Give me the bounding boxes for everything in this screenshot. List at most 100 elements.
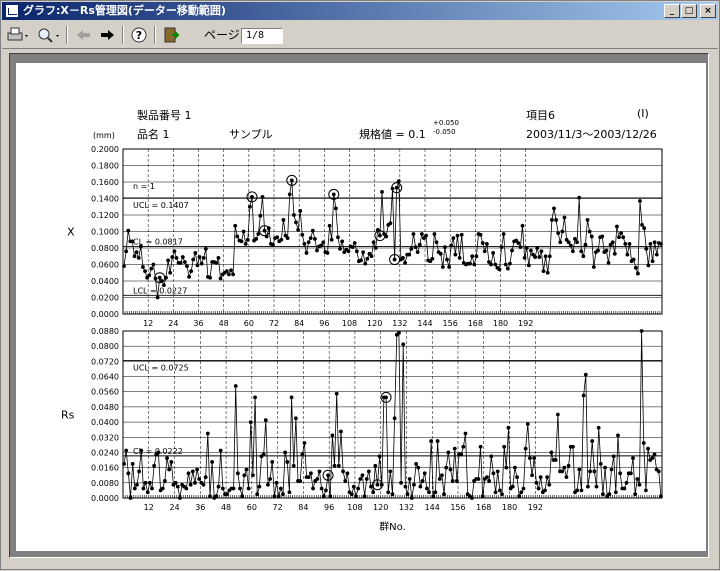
rs-data-point	[150, 486, 154, 491]
x-data-point	[585, 218, 590, 222]
x-data-point	[327, 223, 332, 228]
x-data-point	[310, 228, 315, 233]
x-data-point	[581, 254, 586, 259]
rs-data-point	[188, 482, 193, 487]
rs-data-point	[480, 494, 485, 499]
x-data-point	[132, 254, 137, 259]
x-data-point	[199, 261, 204, 266]
x-y-tick-label: 0.1800	[91, 162, 119, 171]
rs-x-tick-label: 12	[144, 503, 154, 512]
x-data-point	[243, 241, 248, 246]
rs-y-tick-label: 0.0640	[91, 373, 119, 382]
rs-data-point	[603, 465, 607, 470]
x-data-point	[520, 223, 525, 228]
x-data-point	[419, 232, 424, 236]
rs-data-point	[525, 422, 530, 426]
rs-data-point	[639, 329, 644, 333]
rs-y-tick-label: 0.0080	[91, 479, 119, 488]
x-x-tick-label: 132	[392, 319, 407, 328]
x-data-point	[566, 240, 571, 245]
x-data-point	[434, 240, 439, 245]
rs-data-point	[510, 484, 515, 489]
rs-data-point	[609, 467, 614, 472]
rs-data-point	[523, 446, 528, 451]
rs-data-point	[272, 494, 277, 499]
x-data-point	[621, 235, 626, 240]
rs-data-point	[214, 494, 219, 499]
x-data-point	[552, 206, 556, 211]
rs-data-point	[489, 454, 494, 459]
x-n-label: n = 1	[133, 182, 155, 191]
x-x-tick-label: 36	[193, 319, 203, 328]
rs-data-point	[377, 454, 382, 459]
rs-x-tick-label: 156	[450, 503, 465, 512]
rs-data-point	[162, 479, 167, 483]
rs-data-point	[311, 486, 315, 491]
rs-data-point	[143, 480, 148, 485]
x-data-point	[254, 237, 259, 241]
rs-data-point	[201, 482, 206, 487]
rs-data-point	[478, 444, 483, 449]
rs-x-tick-label: 108	[347, 503, 362, 512]
x-data-point	[533, 255, 538, 259]
rs-data-point	[635, 477, 640, 481]
x-data-point	[505, 266, 510, 271]
rs-data-point	[388, 469, 393, 474]
rs-data-point	[351, 484, 356, 489]
x-data-point	[560, 229, 565, 234]
x-data-point	[325, 251, 330, 255]
rs-series-line	[123, 330, 662, 499]
x-data-point	[587, 229, 592, 234]
x-data-point	[573, 237, 577, 241]
x-data-point	[508, 261, 512, 266]
rs-data-point	[401, 342, 406, 347]
rs-plot-frame	[122, 330, 663, 499]
x-data-point	[359, 258, 363, 263]
rs-data-point	[598, 461, 603, 466]
rs-data-point	[446, 450, 451, 455]
rs-data-point	[248, 420, 253, 424]
rs-data-point	[173, 480, 178, 485]
x-x-tick-label: 108	[342, 319, 357, 328]
rs-data-point	[371, 490, 376, 495]
rs-data-point	[611, 454, 616, 459]
x-data-point	[350, 245, 355, 250]
x-data-point	[233, 223, 238, 228]
x-data-point	[371, 240, 376, 245]
x-data-point	[440, 265, 445, 269]
rs-data-point	[586, 484, 590, 489]
rs-data-point	[495, 469, 500, 474]
x-data-point	[292, 213, 296, 217]
rs-x-tick-label: 60	[247, 503, 257, 512]
rs-data-point	[403, 484, 408, 489]
rs-data-point	[521, 486, 526, 491]
x-y-tick-label: 0.0200	[91, 294, 119, 303]
x-ucl-label: UCL = 0.1407	[133, 201, 189, 210]
rs-data-point	[500, 492, 504, 497]
rs-data-point	[132, 486, 137, 491]
x-data-point	[308, 236, 313, 241]
x-x-tick-label: 120	[367, 319, 382, 328]
x-data-point	[331, 192, 336, 197]
x-lcl-label: LCL = 0.0227	[133, 286, 187, 295]
x-data-point	[610, 240, 615, 245]
x-data-point	[388, 221, 393, 226]
rs-data-point	[190, 469, 195, 474]
x-data-point	[365, 256, 370, 261]
rs-data-point	[470, 496, 474, 500]
x-data-point	[424, 233, 428, 238]
rs-data-point	[656, 469, 661, 474]
x-data-point	[659, 241, 663, 246]
x-data-point	[147, 273, 152, 278]
x-data-point	[474, 254, 479, 259]
rs-x-tick-label: 48	[221, 503, 231, 512]
x-data-point	[568, 243, 573, 248]
rs-x-tick-label: 144	[425, 503, 440, 512]
x-data-point	[409, 246, 414, 251]
x-y-tick-label: 0.0400	[91, 277, 119, 286]
rs-data-point	[328, 494, 333, 499]
rs-data-point	[152, 463, 157, 468]
rs-data-point	[193, 480, 197, 485]
rs-data-point	[216, 484, 221, 489]
x-data-point	[218, 276, 223, 281]
